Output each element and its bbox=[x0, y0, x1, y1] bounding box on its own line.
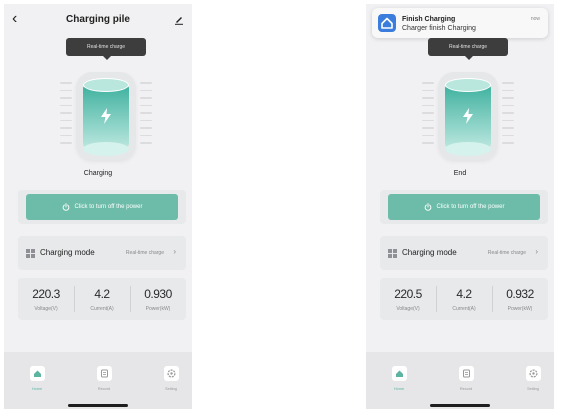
level-ticks-left bbox=[422, 82, 434, 150]
lightning-bolt-icon bbox=[463, 108, 473, 124]
tab-record-label: Record bbox=[459, 387, 473, 391]
battery-cylinder-top bbox=[83, 78, 129, 92]
readings-card: 220.5 Voltage(V) 4.2 Current(A) 0.932 Power… bbox=[380, 278, 548, 320]
voltage-value: 220.5 bbox=[394, 287, 422, 301]
charging-mode-label: Charging mode bbox=[40, 248, 95, 257]
tab-home-label: Home bbox=[31, 387, 43, 391]
home-icon bbox=[391, 366, 407, 381]
power-button-label: Click to turn off the power bbox=[436, 204, 505, 210]
home-indicator[interactable] bbox=[430, 404, 490, 407]
push-notification[interactable]: Finish Charging Charger finish Charging … bbox=[372, 8, 548, 38]
battery-graphic bbox=[422, 68, 514, 164]
power-label: Power(kW) bbox=[507, 306, 533, 312]
charging-mode-row[interactable]: Charging mode Real-time charge › bbox=[380, 236, 548, 270]
power-value: 0.930 bbox=[144, 287, 172, 301]
home-indicator[interactable] bbox=[68, 404, 128, 407]
current-reading: 4.2 Current(A) bbox=[74, 278, 130, 320]
edit-pencil-icon[interactable] bbox=[174, 12, 184, 30]
tab-home-label: Home bbox=[393, 387, 405, 391]
phone-screen-charging: ‹ Charging pile Real-time charge Chargin… bbox=[4, 4, 192, 409]
power-button-label: Click to turn off the power bbox=[74, 204, 143, 210]
grid-icon bbox=[388, 249, 397, 258]
power-icon bbox=[62, 203, 69, 211]
app-home-icon bbox=[378, 14, 396, 32]
notification-title: Finish Charging bbox=[402, 16, 456, 23]
tab-setting[interactable]: Setting bbox=[156, 366, 186, 391]
home-icon bbox=[29, 366, 45, 381]
level-ticks-left bbox=[60, 82, 72, 150]
header: ‹ Charging pile bbox=[4, 4, 192, 34]
voltage-label: Voltage(V) bbox=[396, 306, 420, 312]
turn-off-power-button[interactable]: Click to turn off the power bbox=[388, 194, 540, 220]
tab-setting-label: Setting bbox=[527, 387, 539, 391]
power-value: 0.932 bbox=[506, 287, 534, 301]
notification-body: Charger finish Charging bbox=[402, 25, 476, 32]
power-card: Click to turn off the power bbox=[18, 190, 186, 224]
record-icon bbox=[96, 366, 112, 381]
current-label: Current(A) bbox=[90, 306, 114, 312]
readings-card: 220.3 Voltage(V) 4.2 Current(A) 0.930 Power… bbox=[18, 278, 186, 320]
voltage-value: 220.3 bbox=[32, 287, 60, 301]
power-reading: 0.932 Power(kW) bbox=[492, 278, 548, 320]
charging-mode-row[interactable]: Charging mode Real-time charge › bbox=[18, 236, 186, 270]
charging-status: End bbox=[453, 170, 467, 177]
voltage-reading: 220.5 Voltage(V) bbox=[380, 278, 436, 320]
voltage-reading: 220.3 Voltage(V) bbox=[18, 278, 74, 320]
current-value: 4.2 bbox=[456, 287, 472, 301]
power-icon bbox=[424, 203, 431, 211]
charging-mode-value: Real-time charge bbox=[487, 250, 526, 256]
tab-setting[interactable]: Setting bbox=[518, 366, 548, 391]
lightning-bolt-icon bbox=[101, 108, 111, 124]
charging-mode-label: Charging mode bbox=[402, 248, 457, 257]
current-value: 4.2 bbox=[94, 287, 110, 301]
battery-cylinder-base bbox=[445, 142, 491, 156]
level-ticks-right bbox=[140, 82, 152, 150]
battery-cylinder-base bbox=[83, 142, 129, 156]
page-title: Charging pile bbox=[66, 14, 130, 25]
tab-record-label: Record bbox=[97, 387, 111, 391]
tab-home[interactable]: Home bbox=[384, 366, 414, 391]
tab-bar: Home Record Setting bbox=[4, 352, 192, 409]
battery-cylinder-top bbox=[445, 78, 491, 92]
tab-record[interactable]: Record bbox=[89, 366, 119, 391]
current-reading: 4.2 Current(A) bbox=[436, 278, 492, 320]
gear-icon bbox=[163, 366, 179, 381]
voltage-label: Voltage(V) bbox=[34, 306, 58, 312]
charging-mode-value: Real-time charge bbox=[125, 250, 164, 256]
current-label: Current(A) bbox=[452, 306, 476, 312]
charging-status: Charging bbox=[83, 170, 113, 177]
realtime-charge-tooltip: Real-time charge bbox=[66, 38, 146, 60]
phone-screen-finished: Finish Charging Charger finish Charging … bbox=[366, 4, 554, 409]
power-label: Power(kW) bbox=[145, 306, 171, 312]
notification-time: now bbox=[530, 16, 540, 22]
tab-bar: Home Record Setting bbox=[366, 352, 554, 409]
level-ticks-right bbox=[502, 82, 514, 150]
battery-graphic bbox=[60, 68, 152, 164]
power-card: Click to turn off the power bbox=[380, 190, 548, 224]
turn-off-power-button[interactable]: Click to turn off the power bbox=[26, 194, 178, 220]
tab-setting-label: Setting bbox=[165, 387, 177, 391]
grid-icon bbox=[26, 249, 35, 258]
realtime-charge-tooltip: Real-time charge bbox=[428, 38, 508, 60]
chevron-right-icon: › bbox=[535, 247, 538, 256]
tab-record[interactable]: Record bbox=[451, 366, 481, 391]
tab-home[interactable]: Home bbox=[22, 366, 52, 391]
power-reading: 0.930 Power(kW) bbox=[130, 278, 186, 320]
record-icon bbox=[458, 366, 474, 381]
chevron-right-icon: › bbox=[173, 247, 176, 256]
gear-icon bbox=[525, 366, 541, 381]
